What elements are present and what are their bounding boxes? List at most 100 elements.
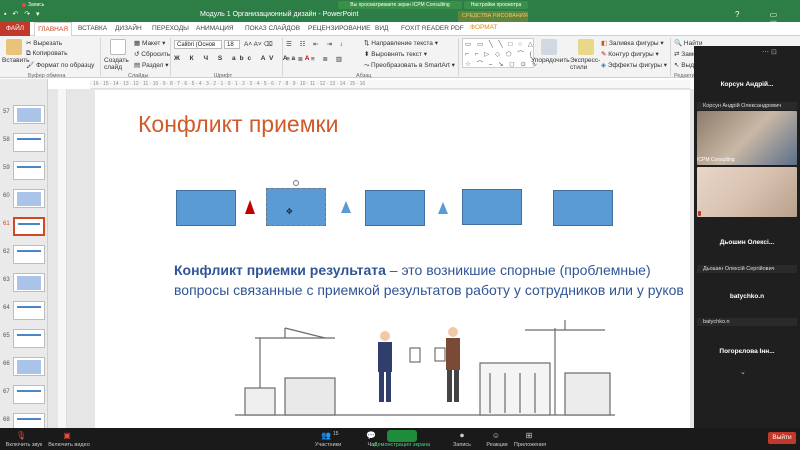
tab-view[interactable]: ВИД <box>375 25 388 32</box>
share-screen-label[interactable]: Демонстрация экрана <box>372 442 432 448</box>
arrange-button[interactable]: Упорядочить <box>531 57 570 64</box>
align-text-label: Выровнять текст <box>371 51 422 58</box>
format-painter-button[interactable]: 🖌 Формат по образцу <box>26 61 94 69</box>
video-caption: ICPM Consulting <box>697 157 735 163</box>
chat-icon[interactable]: 💬 <box>366 431 376 440</box>
tab-transitions[interactable]: ПЕРЕХОДЫ <box>152 25 189 32</box>
tab-design[interactable]: ДИЗАЙН <box>115 25 142 32</box>
slide-thumbnail[interactable] <box>13 301 45 320</box>
smartart-label: Преобразовать в SmartArt <box>371 62 450 69</box>
slide-number: 67 <box>3 389 10 395</box>
process-box[interactable] <box>553 190 613 226</box>
process-box[interactable] <box>462 189 522 225</box>
participant-video[interactable] <box>697 167 797 217</box>
muted-mic-icon <box>698 211 701 216</box>
shape-fill-button[interactable]: ◧ Заливка фигуры ▾ <box>601 39 664 47</box>
new-slide-icon[interactable] <box>110 39 126 55</box>
unmute-label[interactable]: Включить звук <box>2 442 46 448</box>
slide-thumbnail[interactable] <box>13 133 45 152</box>
shape-effects-button[interactable]: ◈ Эффекты фигуры ▾ <box>601 61 667 69</box>
slide-thumbnail[interactable] <box>13 245 45 264</box>
paste-icon[interactable] <box>6 39 22 55</box>
cut-button[interactable]: ✂ Вырезать <box>26 39 62 47</box>
share-banner: Вы просматриваете экран ICPM Consulting <box>338 1 462 9</box>
move-cursor-icon: ✥ <box>286 207 293 216</box>
process-box[interactable] <box>176 190 236 226</box>
slide-body-text[interactable]: Конфликт приемки результата – это возник… <box>174 260 694 300</box>
quick-access-toolbar[interactable]: ▪ ↶ ↷ ▾ <box>4 10 42 18</box>
tab-format[interactable]: ФОРМАТ <box>470 24 497 31</box>
slide-title[interactable]: Конфликт приемки <box>138 111 338 138</box>
slide-thumbnail[interactable] <box>13 385 45 404</box>
blue-triangle[interactable] <box>341 201 351 213</box>
list-buttons[interactable]: ☰ ☷ ⇤ ⇥ ↕ <box>286 40 346 48</box>
tab-insert[interactable]: ВСТАВКА <box>78 25 107 32</box>
font-size-field[interactable]: 18 <box>224 40 240 49</box>
group-paragraph-label: Абзац <box>356 73 372 79</box>
tab-foxit[interactable]: FOXIT READER PDF <box>401 25 464 32</box>
share-screen-icon[interactable] <box>387 430 417 442</box>
slide-thumbnail[interactable] <box>13 329 45 348</box>
slide-thumbnail[interactable] <box>13 161 45 180</box>
view-settings-button[interactable]: Настройки просмотра <box>464 1 528 9</box>
align-text-button[interactable]: ⬍ Выровнять текст ▾ <box>364 50 427 58</box>
reactions-label[interactable]: Реакции <box>483 442 511 448</box>
thumbnail-content <box>17 390 41 392</box>
red-triangle[interactable] <box>245 200 255 214</box>
panel-controls-icon[interactable]: ⋯ ⊡ <box>762 48 777 56</box>
reset-label: Сбросить <box>141 51 171 58</box>
thumbnail-content <box>17 108 41 122</box>
chevron-down-icon[interactable]: ⌄ <box>740 368 746 376</box>
rotate-handle-icon[interactable] <box>293 180 299 186</box>
ribbon-separator <box>282 38 283 76</box>
apps-label[interactable]: Приложения <box>512 442 548 448</box>
quick-styles-button[interactable]: Экспресс-стили <box>570 57 604 71</box>
smartart-button[interactable]: ⤳ Преобразовать в SmartArt ▾ <box>364 61 455 70</box>
text-direction-button[interactable]: ⇅ Направление текста ▾ <box>364 39 438 47</box>
record-label[interactable]: Запись <box>450 442 474 448</box>
thumbnail-content <box>17 418 41 420</box>
tab-review[interactable]: РЕЦЕНЗИРОВАНИЕ <box>308 25 371 32</box>
thumbnail-content <box>18 223 40 225</box>
copy-button[interactable]: ⧉ Копировать <box>26 50 67 58</box>
font-name-field[interactable]: Calibri (Основ <box>174 40 222 49</box>
layout-button[interactable]: ▦ Макет ▾ <box>134 39 165 47</box>
participants-icon[interactable]: 👥 <box>321 431 331 440</box>
ribbon-separator <box>100 38 101 76</box>
format-painter-label: Формат по образцу <box>36 62 95 69</box>
tab-animation[interactable]: АНИМАЦИЯ <box>196 25 234 32</box>
participant-header: Корсун Андрій... <box>720 81 774 88</box>
video-off-icon[interactable]: ▣ <box>62 431 72 440</box>
leave-button[interactable]: Выйти <box>768 432 796 444</box>
record-icon[interactable]: ⏺ <box>457 431 467 440</box>
tab-slideshow[interactable]: ПОКАЗ СЛАЙДОВ <box>245 25 300 32</box>
ribbon-separator <box>170 38 171 76</box>
process-box[interactable] <box>365 190 425 226</box>
cut-label: Вырезать <box>33 40 63 47</box>
group-font-label: Шрифт <box>214 73 233 79</box>
mic-muted-icon[interactable]: 🎙 <box>16 431 26 440</box>
tab-home[interactable]: ГЛАВНАЯ <box>34 22 72 36</box>
slide-thumbnail[interactable] <box>13 273 45 292</box>
shape-outline-button[interactable]: ✎ Контур фигуры ▾ <box>601 50 659 58</box>
slide-number: 65 <box>3 333 10 339</box>
participants-label[interactable]: Участники <box>308 442 348 448</box>
apps-icon[interactable]: ⊞ <box>524 431 534 440</box>
font-size-buttons[interactable]: A˄ A˅ ⌫ <box>244 40 273 48</box>
reactions-icon[interactable]: ☺ <box>491 431 501 440</box>
section-button[interactable]: ▤ Раздел ▾ <box>134 61 169 69</box>
reset-button[interactable]: ↺ Сбросить <box>134 50 170 58</box>
slide-thumbnail[interactable] <box>13 189 45 208</box>
tab-file[interactable]: ФАЙЛ <box>0 22 30 36</box>
slide-thumbnail[interactable] <box>13 217 45 236</box>
start-video-label[interactable]: Включить видео <box>46 442 92 448</box>
new-slide-button[interactable]: Создать слайд <box>104 57 132 71</box>
blue-triangle[interactable] <box>438 202 448 214</box>
process-box-selected[interactable] <box>266 188 326 226</box>
slide-thumbnail[interactable] <box>13 357 45 376</box>
quick-styles-icon[interactable] <box>578 39 594 55</box>
alignment-buttons[interactable]: ≡ ≣ ≡ ≣ ▥ <box>286 55 345 63</box>
slide-thumbnail[interactable] <box>13 105 45 124</box>
shape-effects-label: Эффекты фигуры <box>607 62 662 69</box>
arrange-icon[interactable] <box>541 39 557 55</box>
